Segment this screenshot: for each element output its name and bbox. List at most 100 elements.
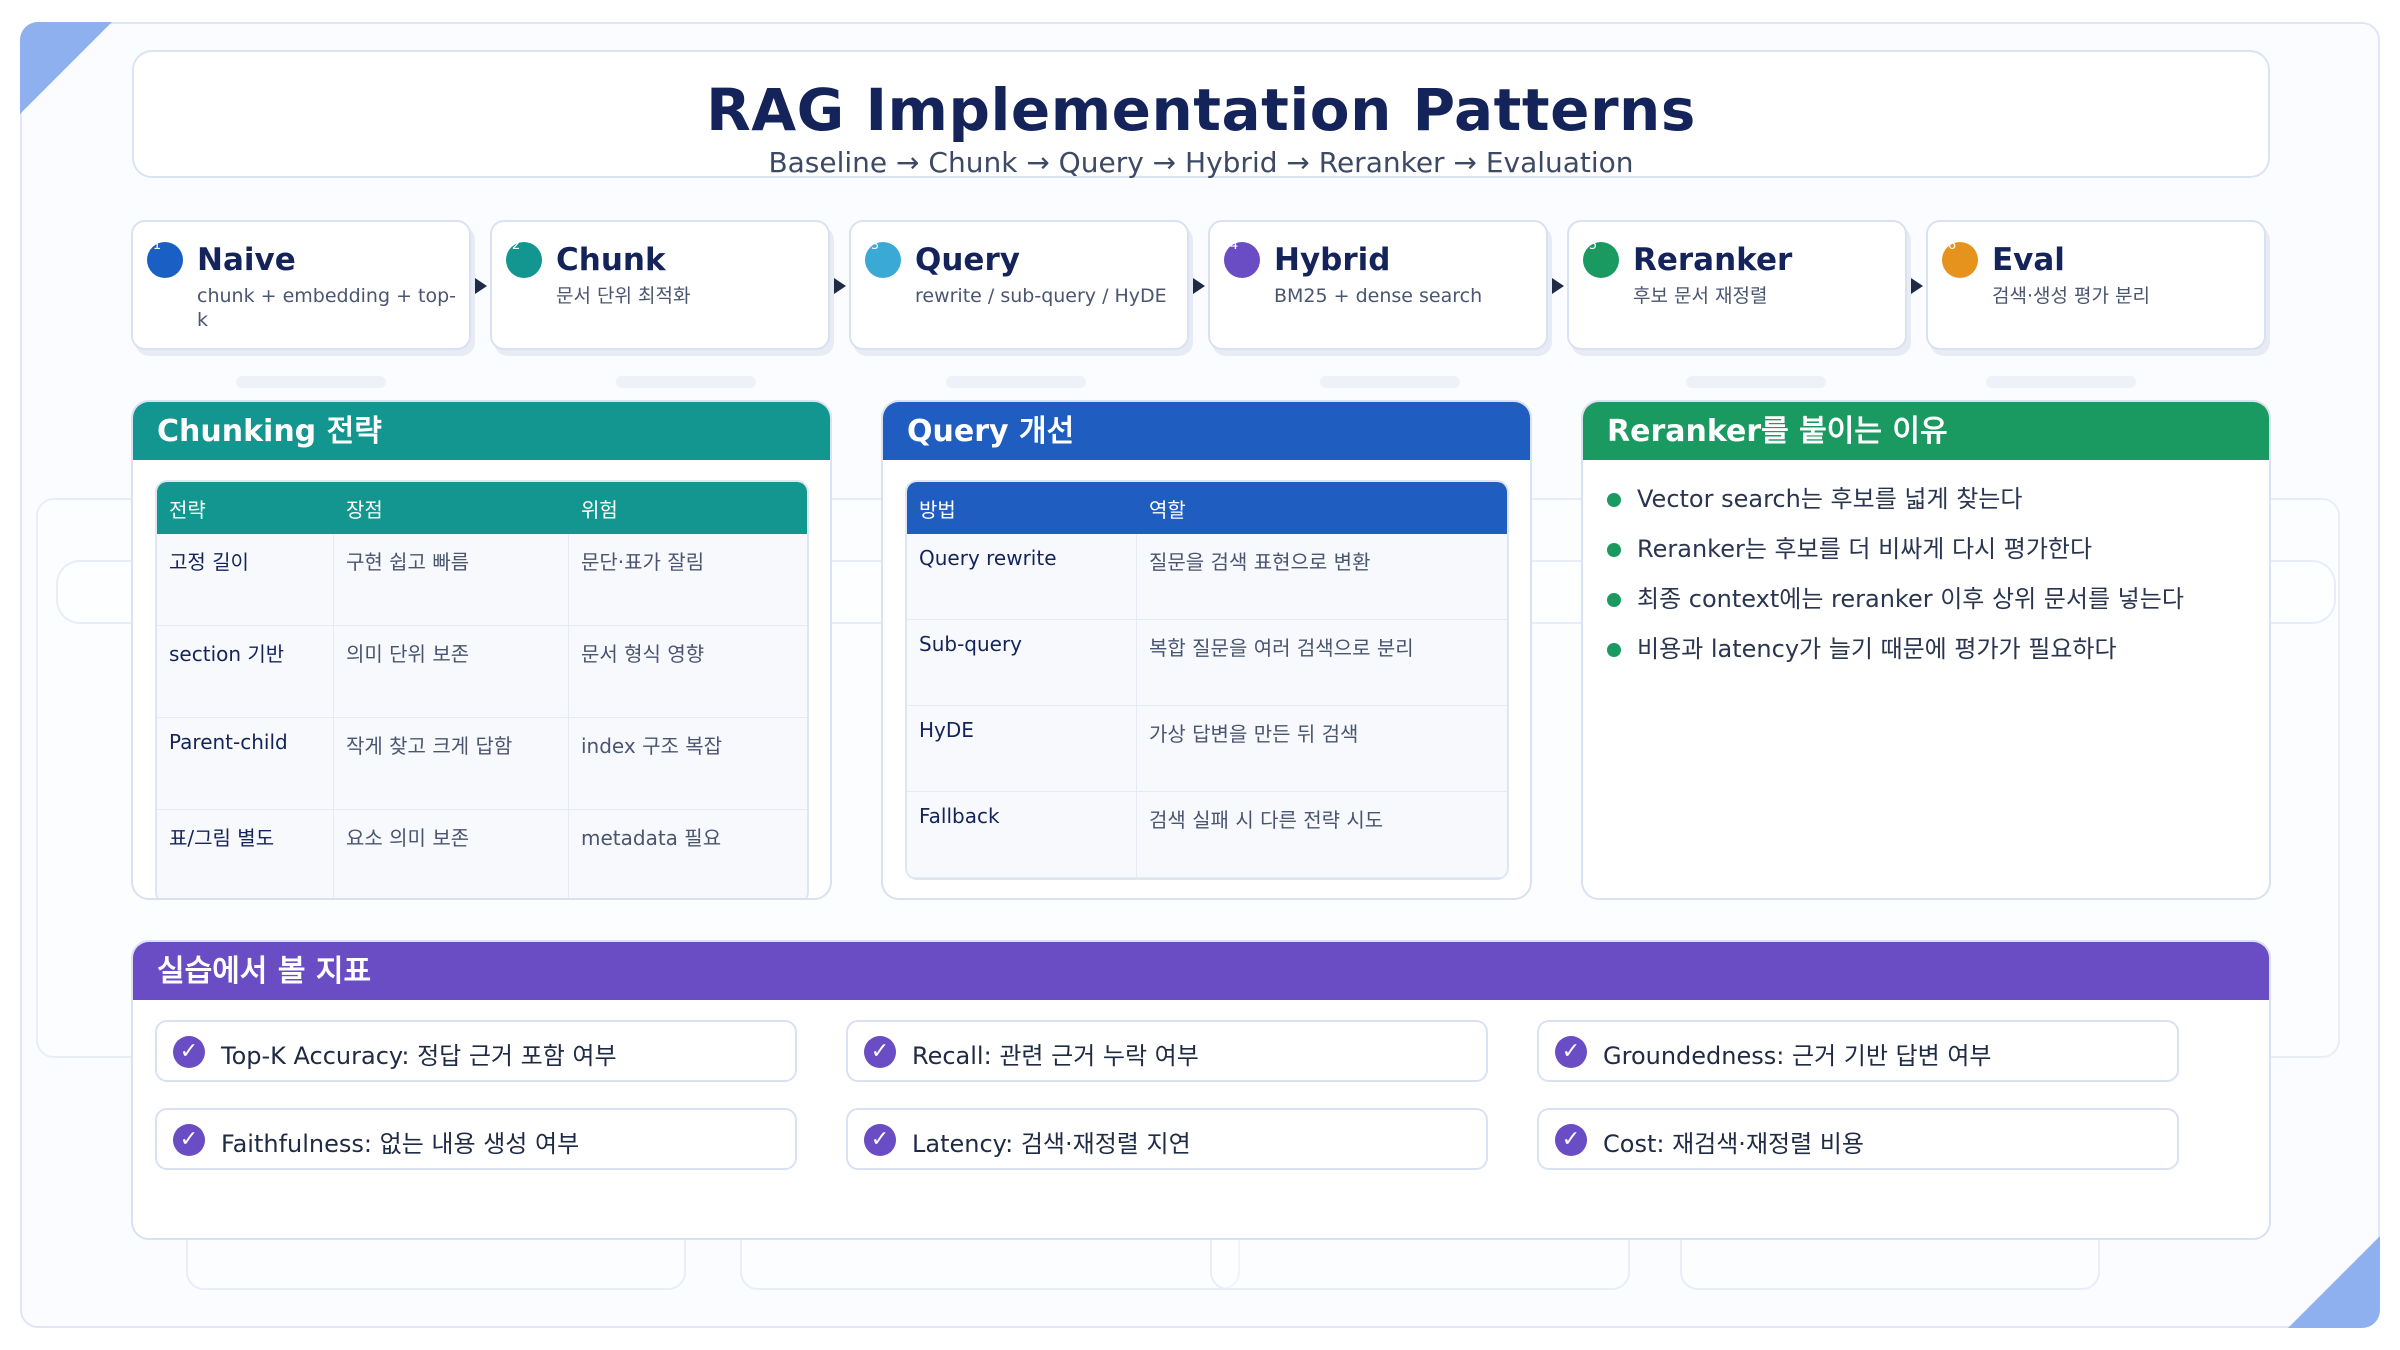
title-box: RAG Implementation Patterns Baseline → C… (132, 50, 2270, 179)
list-item: Reranker는 후보를 더 비싸게 다시 평가한다 (1607, 532, 2184, 582)
table-cell: 의미 단위 보존 (334, 626, 569, 718)
reason-list: Vector search는 후보를 넓게 찾는다 Reranker는 후보를 … (1607, 482, 2184, 682)
table-cell: section 기반 (157, 626, 334, 718)
table-cell: Fallback (907, 792, 1137, 878)
column-header: 장점 (346, 497, 383, 522)
column-header: 위험 (581, 497, 618, 522)
metric-text: Latency: 검색·재정렬 지연 (912, 1130, 1191, 1158)
ghost-line (1986, 376, 2136, 388)
table-cell: 질문을 검색 표현으로 변환 (1137, 534, 1507, 620)
step-query: 3 Query rewrite / sub-query / HyDE (849, 220, 1189, 350)
step-reranker: 5 Reranker 후보 문서 재정렬 (1567, 220, 1907, 350)
table-cell: metadata 필요 (569, 810, 807, 898)
table-cell: 검색 실패 시 다른 전략 시도 (1137, 792, 1507, 878)
step-naive: 1 Naive chunk + embedding + top-k (131, 220, 471, 350)
table-cell: 문단·표가 잘림 (569, 534, 807, 626)
ghost-line (946, 376, 1086, 388)
step-title: Chunk (556, 242, 666, 278)
table-cell: Sub-query (907, 620, 1137, 706)
table-row: Sub-query 복합 질문을 여러 검색으로 분리 (907, 620, 1507, 706)
step-desc: 검색·생성 평가 분리 (1992, 285, 2150, 307)
step-number: 3 (870, 238, 880, 253)
metric-text: Recall: 관련 근거 누락 여부 (912, 1042, 1199, 1070)
corner-decoration (20, 22, 112, 114)
table-cell: 고정 길이 (157, 534, 334, 626)
step-number: 5 (1588, 238, 1598, 253)
metric-text: Groundedness: 근거 기반 답변 여부 (1603, 1042, 1992, 1070)
panel-title: Chunking 전략 (133, 402, 830, 460)
step-desc: BM25 + dense search (1274, 285, 1483, 307)
column-header: 역할 (1149, 497, 1186, 522)
step-title: Eval (1992, 242, 2065, 278)
table-cell: HyDE (907, 706, 1137, 792)
table-cell: 표/그림 별도 (157, 810, 334, 898)
metric-item: ✓ Faithfulness: 없는 내용 생성 여부 (155, 1108, 797, 1170)
page-title: RAG Implementation Patterns (706, 76, 1696, 144)
table-row: Fallback 검색 실패 시 다른 전략 시도 (907, 792, 1507, 878)
step-eval: 6 Eval 검색·생성 평가 분리 (1926, 220, 2266, 350)
metric-item: ✓ Top-K Accuracy: 정답 근거 포함 여부 (155, 1020, 797, 1082)
pipeline-steps: 1 Naive chunk + embedding + top-k 2 Chun… (131, 220, 2271, 350)
column-header: 방법 (919, 497, 956, 522)
page-subtitle: Baseline → Chunk → Query → Hybrid → Rera… (768, 146, 1634, 179)
table-row: 고정 길이 구현 쉽고 빠름 문단·표가 잘림 (157, 534, 807, 626)
column-header: 전략 (169, 497, 206, 522)
table-cell: 문서 형식 영향 (569, 626, 807, 718)
check-icon: ✓ (1555, 1036, 1587, 1068)
table-cell: 작게 찾고 크게 답함 (334, 718, 569, 810)
check-icon: ✓ (1555, 1124, 1587, 1156)
table-cell: Parent-child (157, 718, 334, 810)
ghost-line (616, 376, 756, 388)
table-row: section 기반 의미 단위 보존 문서 형식 영향 (157, 626, 807, 718)
step-hybrid: 4 Hybrid BM25 + dense search (1208, 220, 1548, 350)
ghost-line (1320, 376, 1460, 388)
table-row: Query rewrite 질문을 검색 표현으로 변환 (907, 534, 1507, 620)
step-number: 2 (511, 238, 521, 253)
table-cell: 가상 답변을 만든 뒤 검색 (1137, 706, 1507, 792)
table-row: Parent-child 작게 찾고 크게 답함 index 구조 복잡 (157, 718, 807, 810)
metric-item: ✓ Recall: 관련 근거 누락 여부 (846, 1020, 1488, 1082)
step-title: Naive (197, 242, 296, 278)
arrow-right-icon (475, 278, 487, 294)
arrow-right-icon (834, 278, 846, 294)
check-icon: ✓ (173, 1124, 205, 1156)
list-item: 최종 context에는 reranker 이후 상위 문서를 넣는다 (1607, 582, 2184, 632)
table-row: HyDE 가상 답변을 만든 뒤 검색 (907, 706, 1507, 792)
ghost-line (236, 376, 386, 388)
arrow-right-icon (1193, 278, 1205, 294)
query-table: 방법 역할 Query rewrite 질문을 검색 표현으로 변환 Sub-q… (905, 480, 1509, 880)
panel-title: Query 개선 (883, 402, 1530, 460)
metric-text: Cost: 재검색·재정렬 비용 (1603, 1130, 1864, 1158)
metrics-panel: 실습에서 볼 지표 ✓ Top-K Accuracy: 정답 근거 포함 여부 … (131, 940, 2271, 1240)
step-chunk: 2 Chunk 문서 단위 최적화 (490, 220, 830, 350)
metric-item: ✓ Cost: 재검색·재정렬 비용 (1537, 1108, 2179, 1170)
list-item: 비용과 latency가 늘기 때문에 평가가 필요하다 (1607, 632, 2184, 682)
table-cell: index 구조 복잡 (569, 718, 807, 810)
step-number: 1 (152, 238, 162, 253)
step-desc: rewrite / sub-query / HyDE (915, 285, 1167, 307)
table-row: 표/그림 별도 요소 의미 보존 metadata 필요 (157, 810, 807, 898)
metric-text: Top-K Accuracy: 정답 근거 포함 여부 (221, 1042, 617, 1070)
step-number: 4 (1229, 238, 1239, 253)
chunking-table: 전략 장점 위험 고정 길이 구현 쉽고 빠름 문단·표가 잘림 section… (155, 480, 809, 898)
ghost-line (1686, 376, 1826, 388)
step-title: Reranker (1633, 242, 1793, 278)
arrow-right-icon (1911, 278, 1923, 294)
corner-decoration (2288, 1236, 2380, 1328)
table-cell: 구현 쉽고 빠름 (334, 534, 569, 626)
step-desc: chunk + embedding + top-k (197, 285, 457, 331)
check-icon: ✓ (173, 1036, 205, 1068)
panel-title: 실습에서 볼 지표 (133, 942, 2269, 1000)
check-icon: ✓ (864, 1036, 896, 1068)
metric-item: ✓ Groundedness: 근거 기반 답변 여부 (1537, 1020, 2179, 1082)
list-item: Vector search는 후보를 넓게 찾는다 (1607, 482, 2184, 532)
metric-text: Faithfulness: 없는 내용 생성 여부 (221, 1130, 580, 1158)
step-desc: 문서 단위 최적화 (556, 285, 691, 307)
chunking-panel: Chunking 전략 전략 장점 위험 고정 길이 구현 쉽고 빠름 문단·표… (131, 400, 832, 900)
table-cell: Query rewrite (907, 534, 1137, 620)
step-title: Hybrid (1274, 242, 1391, 278)
table-cell: 요소 의미 보존 (334, 810, 569, 898)
panel-title: Reranker를 붙이는 이유 (1583, 402, 2269, 460)
query-panel: Query 개선 방법 역할 Query rewrite 질문을 검색 표현으로… (881, 400, 1532, 900)
arrow-right-icon (1552, 278, 1564, 294)
